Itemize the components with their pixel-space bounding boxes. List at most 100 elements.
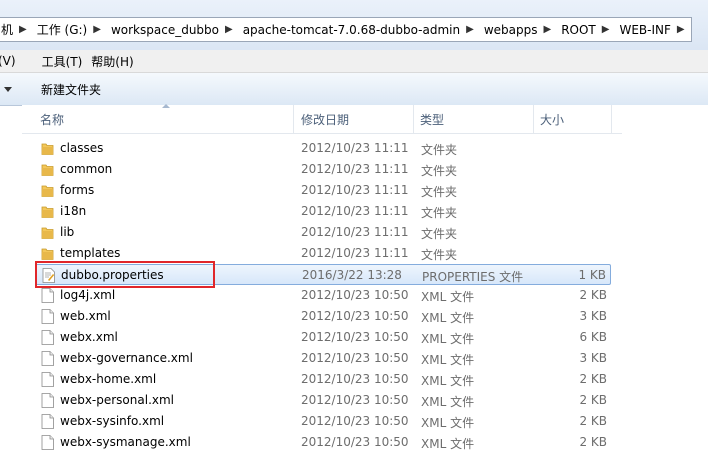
breadcrumb-workspace[interactable]: workspace_dubbo	[110, 23, 221, 37]
chevron-right-icon[interactable]: ▶	[598, 24, 619, 35]
file-type: XML 文件	[421, 332, 475, 346]
folder-icon	[41, 204, 54, 219]
file-row[interactable]: common 2012/10/23 11:11 文件夹	[35, 159, 611, 180]
menu-view[interactable]: (V)	[0, 54, 42, 68]
file-date: 2012/10/23 10:50	[301, 372, 409, 386]
chevron-right-icon[interactable]: ▶	[89, 24, 110, 35]
file-name: dubbo.properties	[61, 268, 164, 282]
file-size: 2 KB	[579, 393, 607, 407]
column-headers: 名称 修改日期 类型 大小	[22, 104, 622, 134]
file-size: 6 KB	[579, 330, 607, 344]
new-folder-button[interactable]: 新建文件夹	[41, 81, 101, 98]
file-name: webx-sysmanage.xml	[60, 435, 191, 449]
menu-bar: (V) 工具(T) 帮助(H)	[0, 50, 708, 73]
file-date: 2012/10/23 10:50	[301, 414, 409, 428]
file-date: 2012/10/23 10:50	[301, 288, 409, 302]
file-type: PROPERTIES 文件	[422, 270, 524, 284]
file-date: 2012/10/23 11:11	[301, 204, 409, 218]
file-type: XML 文件	[421, 311, 475, 325]
address-bar-area: 机 ▶ 工作 (G:) ▶ workspace_dubbo ▶ apache-t…	[0, 0, 708, 50]
file-date: 2012/10/23 10:50	[301, 330, 409, 344]
column-header-date[interactable]: 修改日期	[301, 111, 349, 128]
document-icon	[41, 414, 54, 429]
address-bar[interactable]: 机 ▶ 工作 (G:) ▶ workspace_dubbo ▶ apache-t…	[0, 17, 692, 42]
folder-icon	[41, 246, 54, 261]
column-divider[interactable]	[293, 105, 294, 133]
menu-help[interactable]: 帮助(H)	[91, 53, 142, 70]
column-header-name[interactable]: 名称	[40, 111, 64, 128]
file-type: 文件夹	[421, 164, 458, 178]
file-row[interactable]: webx-sysinfo.xml 2012/10/23 10:50 XML 文件 2 …	[35, 411, 611, 432]
document-icon	[41, 309, 54, 324]
chevron-right-icon[interactable]: ▶	[221, 24, 242, 35]
file-date: 2012/10/23 11:11	[301, 141, 409, 155]
file-name: log4j.xml	[60, 288, 116, 302]
breadcrumb-drive[interactable]: 工作 (G:)	[36, 21, 90, 38]
file-type: XML 文件	[421, 437, 475, 451]
file-date: 2012/10/23 11:11	[301, 246, 409, 260]
document-icon	[41, 351, 54, 366]
document-icon	[41, 393, 54, 408]
chevron-right-icon[interactable]: ▶	[539, 24, 560, 35]
file-type: XML 文件	[421, 395, 475, 409]
file-date: 2012/10/23 10:50	[301, 393, 409, 407]
file-row[interactable]: webx-sysmanage.xml 2012/10/23 10:50 XML 文件…	[35, 432, 611, 453]
file-row[interactable]: web.xml 2012/10/23 10:50 XML 文件 3 KB	[35, 306, 611, 327]
file-size: 2 KB	[579, 435, 607, 449]
column-divider[interactable]	[533, 105, 534, 133]
file-name: webx-home.xml	[60, 372, 157, 386]
folder-icon	[41, 225, 54, 240]
file-name: templates	[60, 246, 121, 260]
file-row[interactable]: webx.xml 2012/10/23 10:50 XML 文件 6 KB	[35, 327, 611, 348]
breadcrumb-root[interactable]: ROOT	[560, 23, 598, 37]
file-name: webx-personal.xml	[60, 393, 175, 407]
column-divider[interactable]	[611, 105, 612, 133]
file-row[interactable]: log4j.xml 2012/10/23 10:50 XML 文件 2 KB	[35, 285, 611, 306]
chevron-right-icon[interactable]: ▶	[673, 24, 691, 35]
file-name: webx-governance.xml	[60, 351, 193, 365]
chevron-right-icon[interactable]: ▶	[462, 24, 483, 35]
column-divider[interactable]	[413, 105, 414, 133]
file-size: 3 KB	[579, 351, 607, 365]
chevron-right-icon[interactable]: ▶	[15, 24, 36, 35]
file-type: XML 文件	[421, 416, 475, 430]
breadcrumb-computer[interactable]: 机	[0, 21, 15, 38]
file-list: 名称 修改日期 类型 大小 classes 2012/10/23 11:11 文件夹…	[22, 104, 708, 475]
file-type: 文件夹	[421, 227, 458, 241]
breadcrumb-tomcat[interactable]: apache-tomcat-7.0.68-dubbo-admin	[242, 23, 462, 37]
document-icon	[41, 330, 54, 345]
file-name: web.xml	[60, 309, 111, 323]
file-row[interactable]: classes 2012/10/23 11:11 文件夹	[35, 138, 611, 159]
file-row[interactable]: webx-home.xml 2012/10/23 10:50 XML 文件 2 KB	[35, 369, 611, 390]
file-row[interactable]: i18n 2012/10/23 11:11 文件夹	[35, 201, 611, 222]
file-row[interactable]: forms 2012/10/23 11:11 文件夹	[35, 180, 611, 201]
file-date: 2016/3/22 13:28	[302, 268, 402, 282]
file-row[interactable]: lib 2012/10/23 11:11 文件夹	[35, 222, 611, 243]
breadcrumb-webinf[interactable]: WEB-INF	[618, 23, 672, 37]
file-name: webx.xml	[60, 330, 118, 344]
file-size: 2 KB	[579, 372, 607, 386]
column-header-size[interactable]: 大小	[540, 111, 564, 128]
menu-tools[interactable]: 工具(T)	[42, 53, 92, 70]
file-date: 2012/10/23 10:50	[301, 309, 409, 323]
file-type: XML 文件	[421, 353, 475, 367]
document-icon	[41, 372, 54, 387]
file-date: 2012/10/23 11:11	[301, 183, 409, 197]
file-type: 文件夹	[421, 206, 458, 220]
file-name: forms	[60, 183, 95, 197]
file-type: 文件夹	[421, 248, 458, 262]
file-name: lib	[60, 225, 75, 239]
file-name: classes	[60, 141, 104, 155]
breadcrumb-webapps[interactable]: webapps	[483, 23, 540, 37]
file-row-selected[interactable]: dubbo.properties 2016/3/22 13:28 PROPERTIE…	[35, 264, 611, 285]
file-date: 2012/10/23 10:50	[301, 435, 409, 449]
file-size: 3 KB	[579, 309, 607, 323]
file-name: i18n	[60, 204, 87, 218]
command-bar: 新建文件夹	[0, 73, 708, 106]
folder-icon	[41, 162, 54, 177]
dropdown-arrow-icon[interactable]	[4, 86, 12, 92]
file-row[interactable]: webx-governance.xml 2012/10/23 10:50 XML 文…	[35, 348, 611, 369]
file-row[interactable]: webx-personal.xml 2012/10/23 10:50 XML 文件 2…	[35, 390, 611, 411]
file-row[interactable]: templates 2012/10/23 11:11 文件夹	[35, 243, 611, 264]
column-header-type[interactable]: 类型	[420, 111, 444, 128]
